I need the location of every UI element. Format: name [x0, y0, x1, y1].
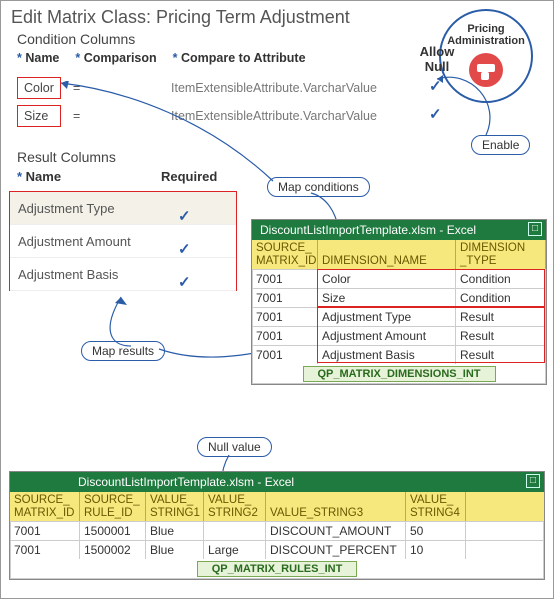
cond-name-color[interactable]: Color: [17, 77, 61, 99]
table-row: 7001ColorCondition: [252, 269, 546, 288]
excel-title-text: DiscountListImportTemplate.xlsm - Excel: [18, 475, 294, 489]
condition-row-size: Size = ItemExtensibleAttribute.VarcharVa…: [17, 105, 421, 127]
excel-sheet-tab[interactable]: QP_MATRIX_RULES_INT: [10, 559, 544, 579]
restore-icon[interactable]: □: [526, 474, 540, 488]
callout-map-results: Map results: [81, 341, 165, 361]
check-icon: ✓: [178, 266, 191, 299]
hdr-result-required: Required: [161, 169, 217, 184]
table-row: 7001SizeCondition: [252, 288, 546, 307]
excel-title-bar: DiscountListImportTemplate.xlsm - Excel …: [10, 472, 544, 492]
badge-text: PricingAdministration: [441, 11, 531, 47]
result-label: Adjustment Amount: [18, 234, 131, 249]
excel-header-row: SOURCE_MATRIX_ID DIMENSION_NAME DIMENSIO…: [252, 240, 546, 269]
cond-name-size[interactable]: Size: [17, 105, 61, 127]
hdr-compare-attr: Compare to Attribute: [181, 51, 306, 65]
table-row: 7001Adjustment BasisResult: [252, 345, 546, 364]
hdr-result-name: * Name: [17, 169, 61, 184]
excel-sheet-tab[interactable]: QP_MATRIX_DIMENSIONS_INT: [252, 364, 546, 384]
cond-attr-color: ItemExtensibleAttribute.VarcharValue: [171, 81, 421, 95]
table-row: 7001 1500001 Blue DISCOUNT_AMOUNT 50: [10, 521, 544, 540]
condition-row-color: Color = ItemExtensibleAttribute.VarcharV…: [17, 77, 421, 99]
cond-attr-size: ItemExtensibleAttribute.VarcharValue: [171, 109, 421, 123]
hdr-allow-null: Allow Null: [413, 45, 461, 75]
excel-body: 7001 1500001 Blue DISCOUNT_AMOUNT 50 700…: [10, 521, 544, 559]
table-row: 7001 1500002 Blue Large DISCOUNT_PERCENT…: [10, 540, 544, 559]
check-icon[interactable]: ✓: [429, 105, 442, 123]
cond-comp-color: =: [61, 81, 101, 95]
result-row-adj-amount[interactable]: Adjustment Amount ✓: [10, 225, 236, 258]
excel-header-row: SOURCE_MATRIX_ID SOURCE_RULE_ID VALUE_ST…: [10, 492, 544, 521]
excel-window-dimensions: DiscountListImportTemplate.xlsm - Excel …: [251, 219, 547, 385]
callout-enable: Enable: [471, 135, 530, 155]
excel-body: 7001ColorCondition 7001SizeCondition 700…: [252, 269, 546, 364]
hdr-name: Name: [25, 51, 59, 65]
result-columns-heading: Result Columns: [17, 149, 116, 165]
result-row-adj-basis[interactable]: Adjustment Basis ✓: [10, 258, 236, 291]
check-icon[interactable]: ✓: [429, 77, 442, 95]
pricing-admin-icon: [469, 53, 503, 87]
callout-null-value: Null value: [197, 437, 272, 457]
page-title: Edit Matrix Class: Pricing Term Adjustme…: [11, 7, 350, 28]
excel-window-rules: DiscountListImportTemplate.xlsm - Excel …: [9, 471, 545, 580]
cond-comp-size: =: [61, 109, 101, 123]
result-row-adj-type[interactable]: Adjustment Type ✓: [10, 192, 236, 225]
results-box: Adjustment Type ✓ Adjustment Amount ✓ Ad…: [9, 191, 237, 291]
hdr-comparison: Comparison: [84, 51, 157, 65]
table-row: 7001Adjustment TypeResult: [252, 307, 546, 326]
callout-map-conditions: Map conditions: [267, 177, 370, 197]
condition-headers: * Name * Comparison * Compare to Attribu…: [17, 51, 306, 65]
restore-icon[interactable]: □: [528, 222, 542, 236]
diagram-canvas: Edit Matrix Class: Pricing Term Adjustme…: [0, 0, 554, 599]
excel-title-text: DiscountListImportTemplate.xlsm - Excel: [260, 223, 476, 237]
excel-title-bar: DiscountListImportTemplate.xlsm - Excel …: [252, 220, 546, 240]
result-label: Adjustment Basis: [18, 267, 118, 282]
condition-columns-heading: Condition Columns: [17, 31, 135, 47]
result-label: Adjustment Type: [18, 201, 115, 216]
table-row: 7001Adjustment AmountResult: [252, 326, 546, 345]
